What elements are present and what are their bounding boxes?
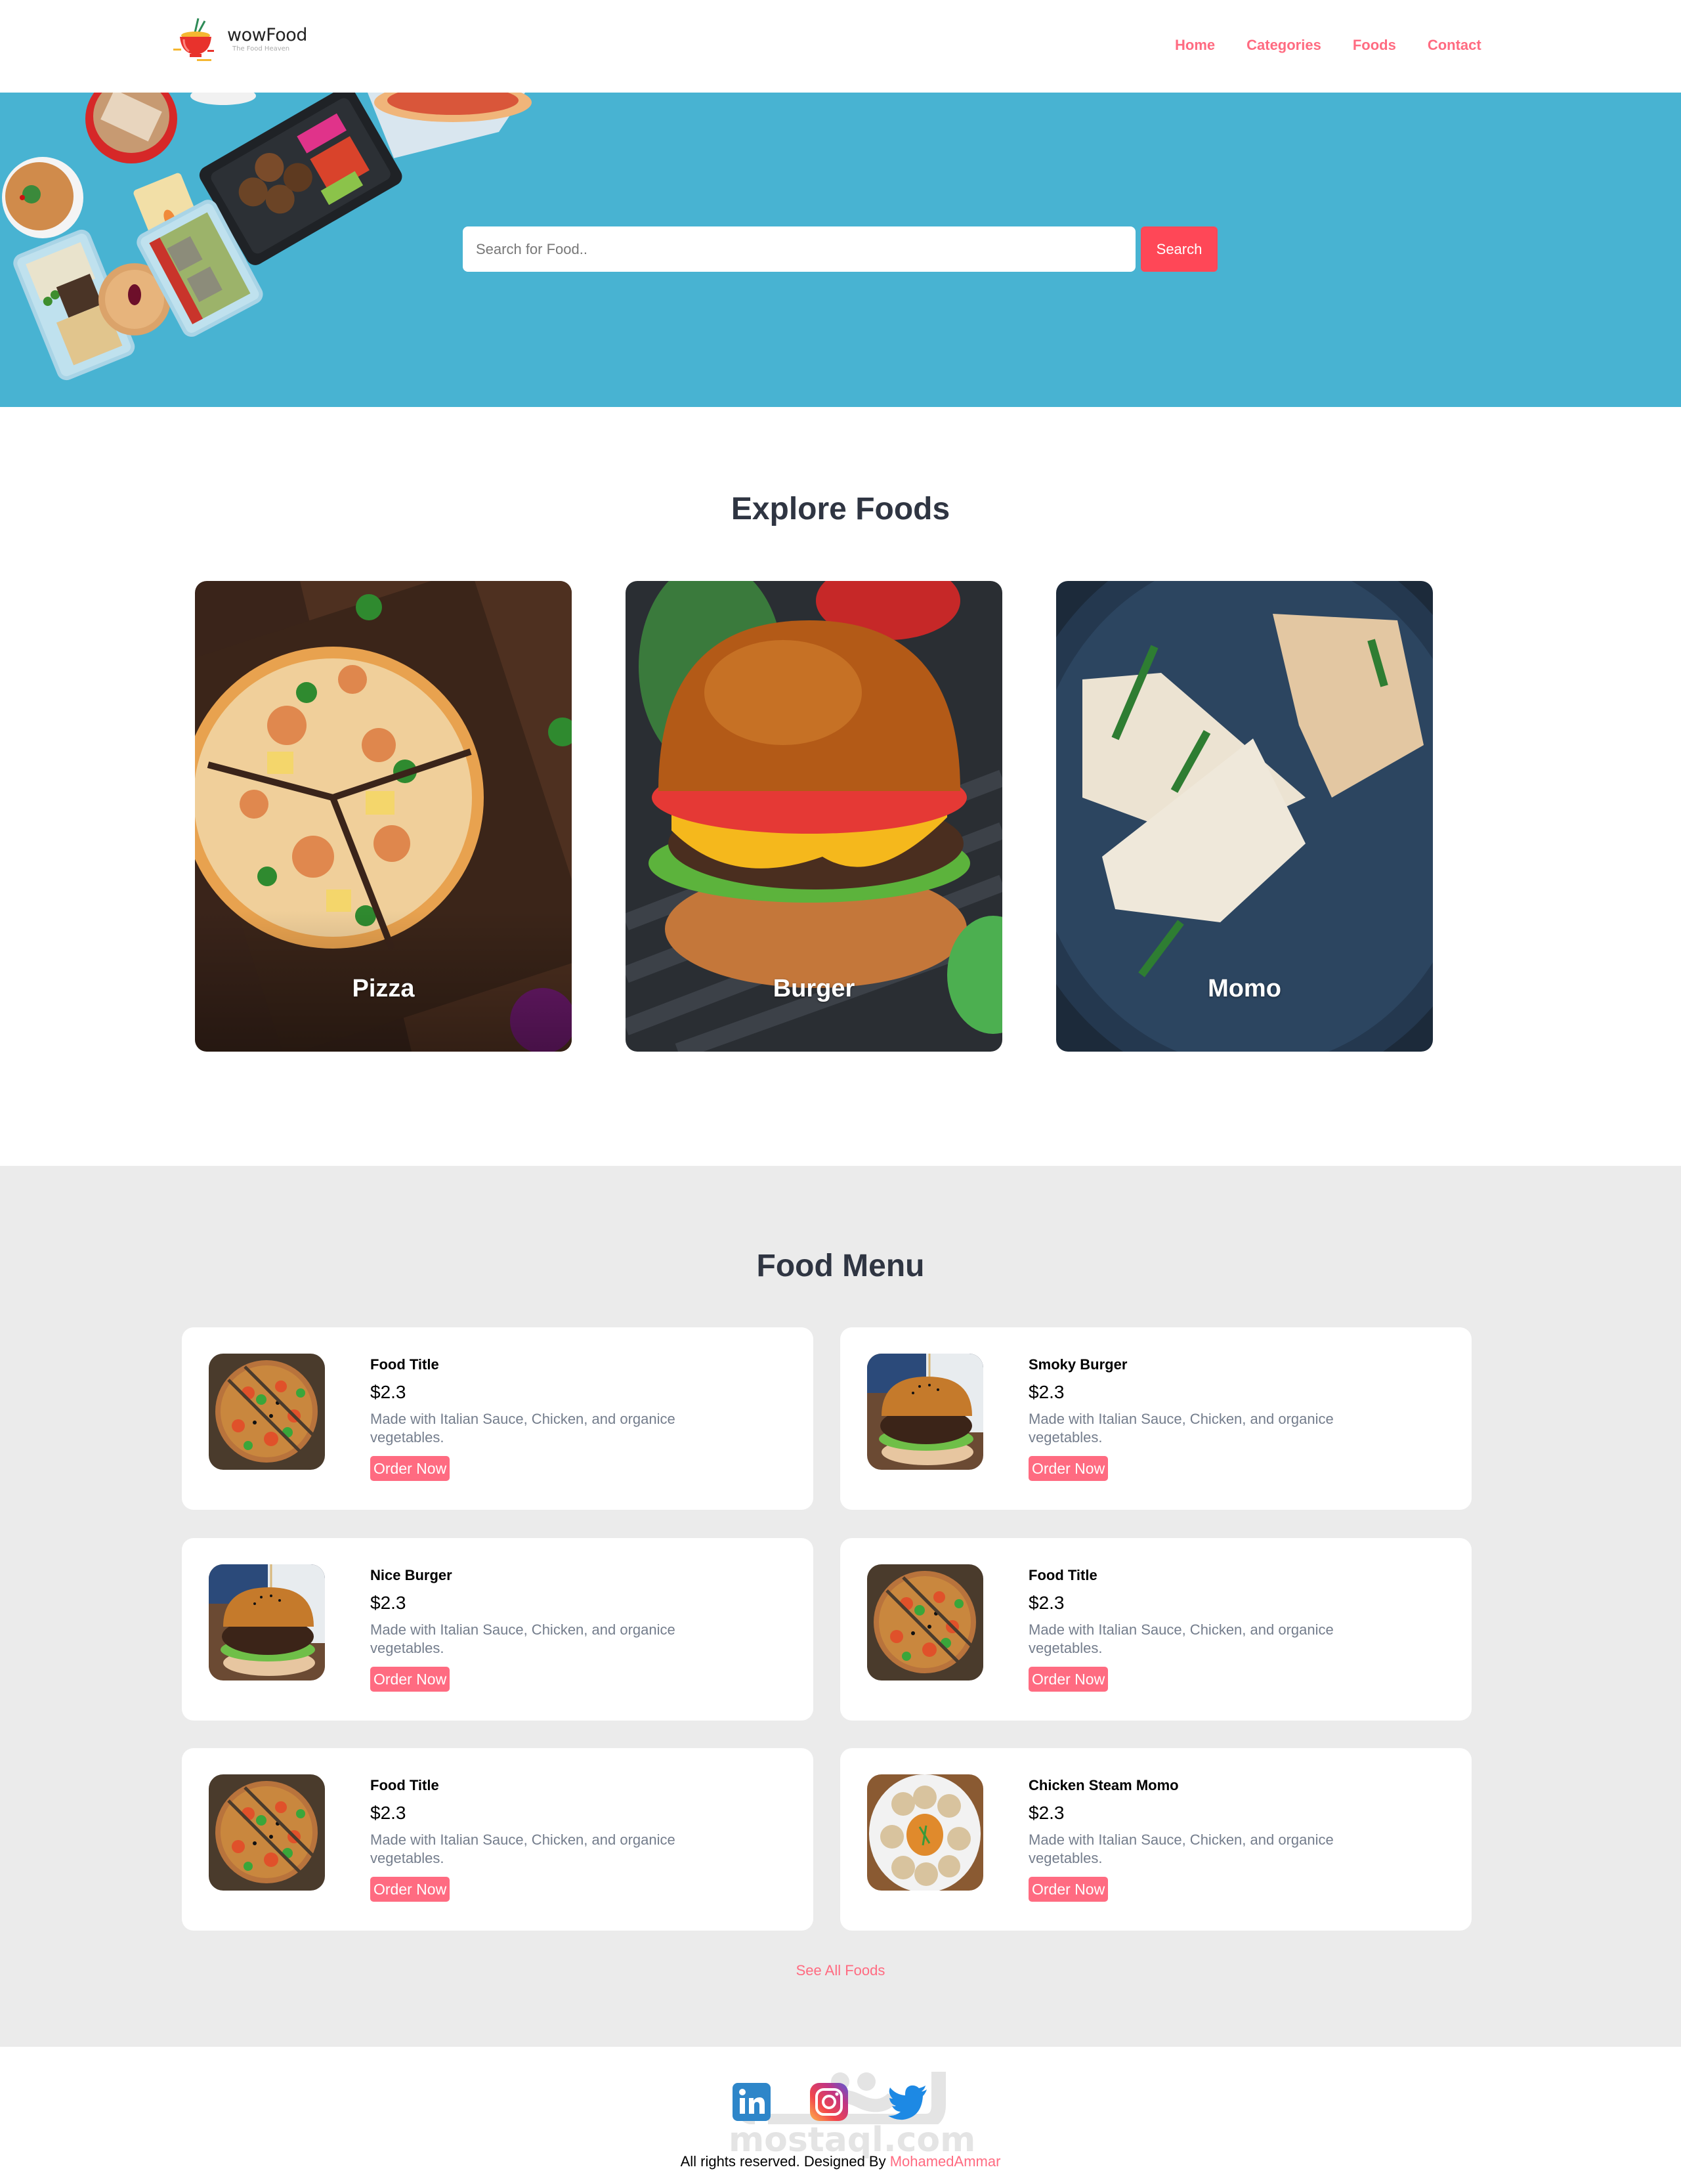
menu-item-info: Smoky Burger $2.3 Made with Italian Sauce,… — [1029, 1355, 1422, 1481]
menu-item-info: Food Title $2.3 Made with Italian Sauce, C… — [1029, 1566, 1422, 1692]
category-card-burger[interactable]: Burger — [626, 581, 1002, 1052]
menu-item-card: Food Title $2.3 Made with Italian Sauce, C… — [840, 1538, 1472, 1721]
menu-item-description: Made with Italian Sauce, Chicken, and or… — [370, 1621, 675, 1656]
nav-contact[interactable]: Contact — [1428, 34, 1481, 56]
menu-item-price: $2.3 — [370, 1382, 406, 1402]
menu-item-card: Nice Burger $2.3 Made with Italian Sauce, … — [182, 1538, 813, 1721]
order-now-button[interactable]: Order Now — [1029, 1877, 1109, 1902]
nav-home[interactable]: Home — [1175, 34, 1215, 56]
menu-item-price: $2.3 — [370, 1803, 406, 1823]
food-image-pizza — [867, 1564, 983, 1681]
menu-item-price: $2.3 — [1029, 1593, 1065, 1613]
menu-item-info: Food Title $2.3 Made with Italian Sauce, C… — [370, 1355, 764, 1481]
see-all-foods: See All Foods — [0, 1962, 1681, 1979]
menu-item-title: Food Title — [370, 1777, 439, 1793]
category-label: Burger — [773, 975, 855, 1002]
category-card-momo[interactable]: Momo — [1056, 581, 1433, 1052]
menu-item-description: Made with Italian Sauce, Chicken, and or… — [1029, 1411, 1334, 1445]
explore-foods-section: Explore Foods Pizza Burger Momo — [0, 407, 1681, 1166]
site-footer: mostaql.com All rights reserved. Designe… — [0, 2047, 1681, 2184]
menu-item-card: Food Title $2.3 Made with Italian Sauce, C… — [182, 1748, 813, 1931]
logo-tagline: The Food Heaven — [232, 45, 290, 53]
explore-title: Explore Foods — [731, 492, 950, 526]
food-image-burger — [867, 1354, 983, 1470]
menu-item-price: $2.3 — [370, 1593, 406, 1613]
food-menu-section: Food Menu Food Title $2.3 Made with Ital… — [0, 1166, 1681, 2047]
order-now-button[interactable]: Order Now — [370, 1877, 450, 1902]
order-now-button[interactable]: Order Now — [370, 1456, 450, 1481]
menu-item-title: Chicken Steam Momo — [1029, 1777, 1179, 1793]
menu-item-title: Food Title — [370, 1356, 439, 1373]
search-button[interactable]: Search — [1141, 226, 1218, 272]
site-header: wowFood The Food Heaven Home Categories … — [0, 0, 1681, 93]
menu-item-description: Made with Italian Sauce, Chicken, and or… — [370, 1831, 675, 1866]
menu-item-description: Made with Italian Sauce, Chicken, and or… — [1029, 1831, 1334, 1866]
menu-item-title: Food Title — [1029, 1567, 1097, 1583]
linkedin-icon[interactable] — [733, 2083, 771, 2121]
menu-item-description: Made with Italian Sauce, Chicken, and or… — [370, 1411, 675, 1445]
menu-item-price: $2.3 — [1029, 1803, 1065, 1823]
logo-name: wowFood — [227, 25, 307, 45]
menu-item-title: Nice Burger — [370, 1567, 452, 1583]
noodle-bowl-logo-icon — [172, 16, 218, 63]
menu-item-card: Food Title $2.3 Made with Italian Sauce, C… — [182, 1327, 813, 1510]
food-spread-illustration — [2, 93, 532, 381]
menu-item-description: Made with Italian Sauce, Chicken, and or… — [1029, 1621, 1334, 1656]
menu-item-card: Chicken Steam Momo $2.3 Made with Italian … — [840, 1748, 1472, 1931]
main-nav: Home Categories Foods Contact — [1175, 34, 1481, 56]
menu-item-title: Smoky Burger — [1029, 1356, 1128, 1373]
menu-item-info: Chicken Steam Momo $2.3 Made with Italian … — [1029, 1776, 1422, 1902]
rights-text: All rights reserved. Designed By — [680, 2153, 890, 2170]
food-menu-title: Food Menu — [756, 1249, 925, 1283]
menu-item-info: Food Title $2.3 Made with Italian Sauce, C… — [370, 1776, 764, 1902]
food-image-momo — [867, 1774, 983, 1891]
order-now-button[interactable]: Order Now — [1029, 1456, 1109, 1481]
twitter-icon[interactable] — [887, 2083, 927, 2121]
food-image-pizza — [209, 1354, 325, 1470]
nav-foods[interactable]: Foods — [1353, 34, 1396, 56]
category-label: Momo — [1208, 975, 1281, 1002]
menu-item-price: $2.3 — [1029, 1382, 1065, 1402]
food-image-pizza — [209, 1774, 325, 1891]
see-all-foods-link[interactable]: See All Foods — [796, 1962, 885, 1979]
hero-search-section: Search — [0, 93, 1681, 407]
menu-item-card: Smoky Burger $2.3 Made with Italian Sauce,… — [840, 1327, 1472, 1510]
instagram-icon[interactable] — [810, 2083, 848, 2121]
nav-categories[interactable]: Categories — [1246, 34, 1321, 56]
menu-item-info: Nice Burger $2.3 Made with Italian Sauce, … — [370, 1566, 764, 1692]
category-label: Pizza — [352, 975, 415, 1002]
food-image-burger — [209, 1564, 325, 1681]
search-input[interactable] — [463, 226, 1136, 272]
category-card-pizza[interactable]: Pizza — [195, 581, 572, 1052]
order-now-button[interactable]: Order Now — [370, 1667, 450, 1692]
designer-link[interactable]: MohamedAmmar — [890, 2153, 1001, 2170]
copyright-text: All rights reserved. Designed By Mohamed… — [0, 2153, 1681, 2170]
logo[interactable]: wowFood The Food Heaven — [172, 16, 307, 63]
search-form: Search — [463, 226, 1218, 272]
order-now-button[interactable]: Order Now — [1029, 1667, 1109, 1692]
social-links — [733, 2083, 927, 2121]
